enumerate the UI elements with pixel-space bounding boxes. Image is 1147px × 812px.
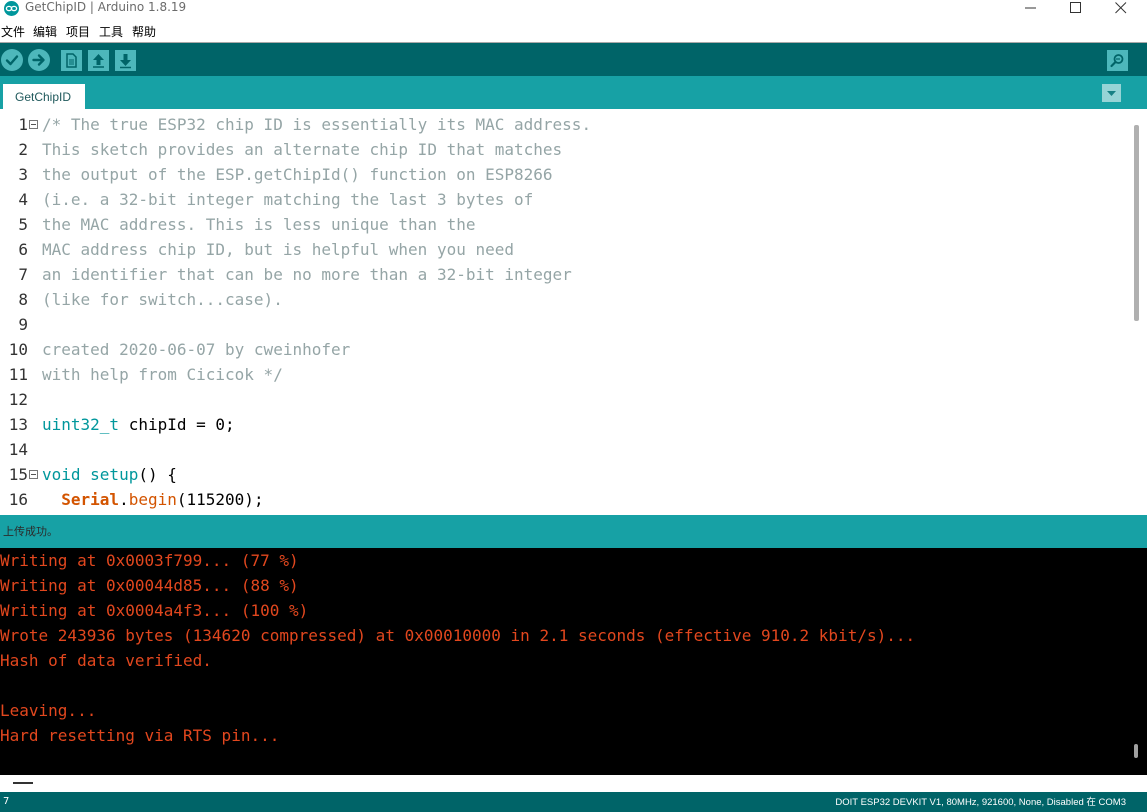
console-output[interactable]: Writing at 0x0003f799... (77 %) Writing …: [0, 548, 1147, 775]
title-bar: GetChipID | Arduino 1.8.19: [0, 0, 1147, 20]
maximize-icon: [1070, 2, 1081, 13]
fold-toggle[interactable]: [29, 120, 38, 129]
code-line: MAC address chip ID, but is helpful when…: [42, 240, 515, 259]
code-line: an identifier that can be no more than a…: [42, 265, 572, 284]
code-token: chipId = 0;: [119, 415, 235, 434]
tab-menu-button[interactable]: [1102, 84, 1121, 102]
code-editor[interactable]: 1 2 3 4 5 6 7 8 9 10 11 12 13 14 15 16 /…: [0, 109, 1147, 515]
fold-toggle[interactable]: [29, 470, 38, 479]
console-line: Leaving...: [0, 701, 97, 720]
chevron-down-icon: [1107, 91, 1116, 96]
code-line: with help from Cicicok */: [42, 365, 283, 384]
line-number: 14: [8, 440, 28, 459]
code-token-keyword: void: [42, 465, 81, 484]
line-number: 15: [8, 465, 28, 484]
code-line: uint32_t chipId = 0;: [42, 412, 235, 437]
line-number: 4: [18, 190, 28, 209]
window-title: GetChipID | Arduino 1.8.19: [25, 0, 187, 14]
minimize-icon: [1025, 7, 1036, 9]
verify-icon: [5, 55, 19, 66]
console-line: Writing at 0x0004a4f3... (100 %): [0, 601, 309, 620]
line-number: 9: [18, 315, 28, 334]
code-line: (i.e. a 32-bit integer matching the last…: [42, 190, 534, 209]
close-icon: [1115, 2, 1127, 14]
save-icon: [120, 54, 131, 69]
menu-bar: 文件 编辑 项目 工具 帮助: [0, 22, 1147, 42]
board-info: DOIT ESP32 DEVKIT V1, 80MHz, 921600, Non…: [835, 797, 1126, 808]
open-button[interactable]: [88, 50, 109, 71]
menu-sketch[interactable]: 项目: [66, 24, 90, 40]
current-line-number: 7: [3, 796, 10, 807]
status-message: 上传成功。: [3, 525, 58, 538]
line-number: 2: [18, 140, 28, 159]
tab-label: GetChipID: [15, 90, 72, 104]
tab-getchipid[interactable]: GetChipID: [3, 84, 85, 109]
console-line: Hash of data verified.: [0, 651, 212, 670]
horizontal-scrollbar-thumb[interactable]: [13, 782, 33, 784]
code-token-indent: [42, 490, 61, 509]
code-line: the output of the ESP.getChipId() functi…: [42, 165, 553, 184]
upload-icon: [32, 54, 45, 66]
close-button[interactable]: [1101, 0, 1141, 18]
maximize-button[interactable]: [1056, 0, 1096, 18]
status-bar: 上传成功。: [0, 515, 1147, 548]
line-number: 8: [18, 290, 28, 309]
line-number: 12: [8, 390, 28, 409]
code-line: /* The true ESP32 chip ID is essentially…: [42, 115, 592, 134]
line-number: 10: [8, 340, 28, 359]
line-number: 5: [18, 215, 28, 234]
console-line: Hard resetting via RTS pin...: [0, 726, 280, 745]
console-horizontal-scroll: [0, 775, 1147, 792]
line-number: 3: [18, 165, 28, 184]
upload-button[interactable]: [28, 49, 50, 71]
code-token-class: Serial: [61, 490, 120, 509]
code-token-function: setup: [80, 465, 139, 484]
verify-button[interactable]: [1, 49, 23, 71]
line-number: 13: [8, 415, 28, 434]
console-scrollbar[interactable]: [1134, 744, 1138, 758]
code-line: This sketch provides an alternate chip I…: [42, 140, 563, 159]
code-token: () {: [138, 465, 177, 484]
footer-bar: 7 DOIT ESP32 DEVKIT V1, 80MHz, 921600, N…: [0, 792, 1147, 812]
console-line: Writing at 0x00044d85... (88 %): [0, 576, 299, 595]
minimize-button[interactable]: [1011, 0, 1051, 18]
code-line: created 2020-06-07 by cweinhofer: [42, 340, 351, 359]
menu-tools[interactable]: 工具: [99, 24, 123, 40]
code-token-type: uint32_t: [42, 415, 120, 434]
code-line: void setup() {: [42, 462, 177, 487]
code-line: the MAC address. This is less unique tha…: [42, 215, 476, 234]
tab-bar: GetChipID: [0, 76, 1147, 109]
code-token: .: [119, 490, 129, 509]
code-token: (115200);: [176, 490, 264, 509]
console-line: Wrote 243936 bytes (134620 compressed) a…: [0, 626, 916, 645]
menu-help[interactable]: 帮助: [132, 24, 156, 40]
new-button[interactable]: [61, 50, 82, 71]
line-number: 11: [8, 365, 28, 384]
menu-edit[interactable]: 编辑: [33, 24, 57, 40]
editor-scrollbar[interactable]: [1134, 125, 1139, 321]
line-number: 7: [18, 265, 28, 284]
code-token-function: begin: [128, 490, 177, 509]
open-icon: [93, 54, 104, 68]
serial-monitor-button[interactable]: [1107, 50, 1128, 71]
serial-monitor-icon: [1110, 54, 1124, 68]
menu-file[interactable]: 文件: [1, 24, 25, 40]
line-number: 6: [18, 240, 28, 259]
code-line: Serial.begin(115200);: [42, 487, 264, 512]
console-line: Writing at 0x0003f799... (77 %): [0, 551, 299, 570]
new-icon: [66, 53, 77, 68]
toolbar: [0, 43, 1147, 76]
line-number: 16: [8, 490, 28, 509]
arduino-logo-icon: [4, 1, 19, 16]
line-number: 1: [18, 115, 28, 134]
save-button[interactable]: [115, 50, 136, 71]
code-line: (like for switch...case).: [42, 290, 283, 309]
